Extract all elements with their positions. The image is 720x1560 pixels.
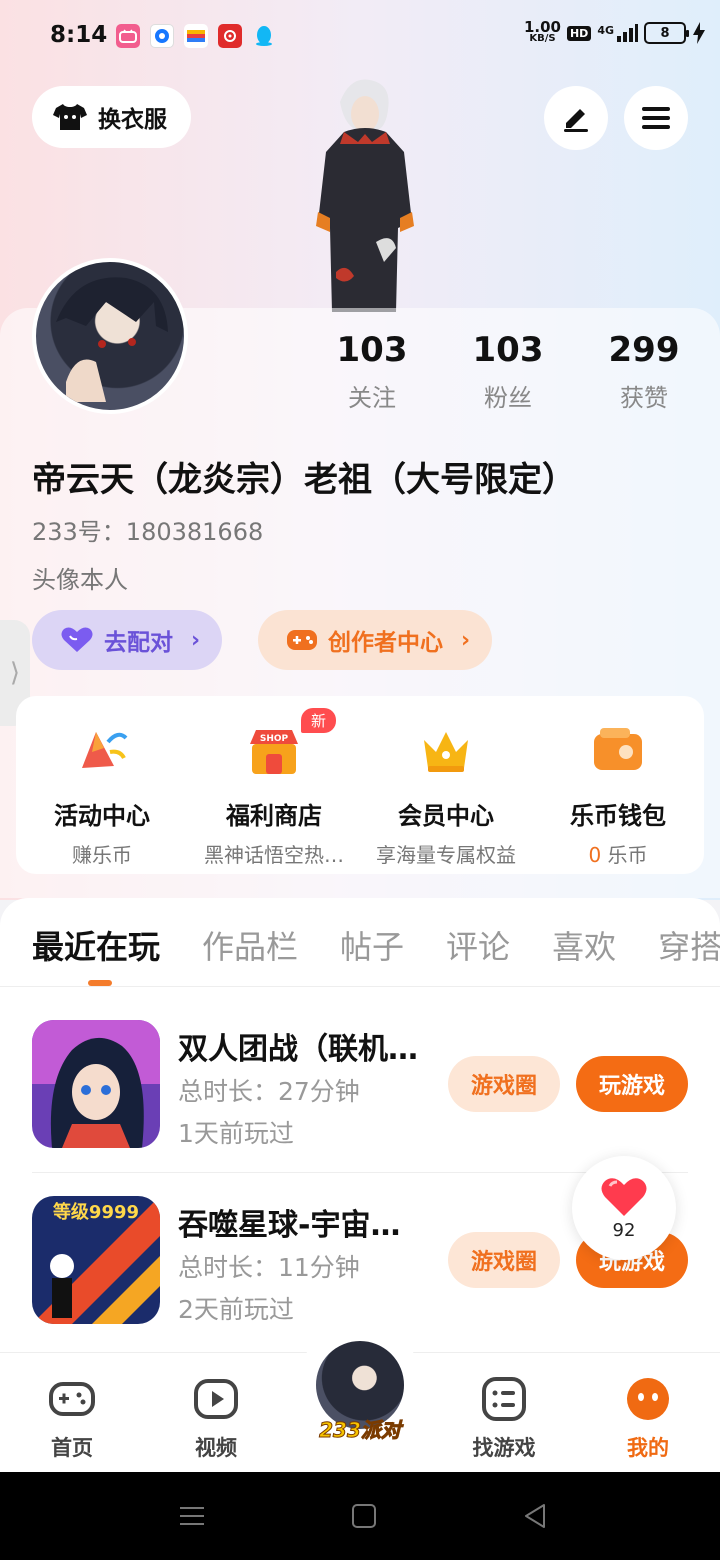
like-count: 92 bbox=[612, 1219, 636, 1241]
game-thumbnail[interactable]: 等级9999 bbox=[32, 1196, 160, 1324]
game-title: 吞噬星球-宇宙… bbox=[178, 1208, 401, 1243]
avatar-character-figure[interactable] bbox=[300, 72, 430, 312]
profile-stats: 103 关注 103 粉丝 299 获赞 bbox=[304, 330, 712, 413]
nav-video-label: 视频 bbox=[195, 1436, 237, 1460]
status-bar: 8:14 1.00 KB/S HD 4G 8 bbox=[0, 0, 720, 72]
tab-posts[interactable]: 帖子 bbox=[340, 922, 404, 968]
feature-activity-center[interactable]: 活动中心 赚乐币 bbox=[16, 696, 188, 874]
tab-comments[interactable]: 评论 bbox=[446, 922, 510, 968]
wallet-icon bbox=[594, 728, 642, 770]
game-duration: 总时长：27分钟 bbox=[178, 1077, 360, 1106]
game-last-played: 1天前玩过 bbox=[178, 1119, 294, 1148]
nav-home[interactable]: 首页 bbox=[22, 1375, 122, 1462]
change-outfit-label: 换衣服 bbox=[98, 107, 167, 133]
back-button-icon[interactable] bbox=[522, 1502, 550, 1530]
tab-outfits[interactable]: 穿搭 bbox=[658, 922, 720, 968]
status-indicators: 1.00 KB/S HD 4G 8 bbox=[523, 18, 706, 45]
stat-followers[interactable]: 103 粉丝 bbox=[440, 330, 576, 413]
game-thumbnail[interactable] bbox=[32, 1020, 160, 1148]
nav-mine[interactable]: 我的 bbox=[598, 1375, 698, 1462]
creator-center-label: 创作者中心 bbox=[328, 630, 443, 656]
profile-tabs: 最近在玩 作品栏 帖子 评论 喜欢 穿搭 bbox=[32, 922, 720, 986]
match-button[interactable]: 去配对 › bbox=[32, 610, 223, 670]
menu-icon bbox=[642, 107, 670, 129]
hd-badge: HD bbox=[566, 25, 592, 41]
match-label: 去配对 bbox=[104, 630, 173, 656]
notification-icons bbox=[116, 24, 276, 48]
netease-music-icon bbox=[218, 24, 242, 48]
nav-mine-label: 我的 bbox=[627, 1436, 669, 1460]
feature-grid: 活动中心 赚乐币 新 SHOP 福利商店 黑神话悟空热… 会员中心 享海量专属权… bbox=[16, 696, 704, 874]
feature-coin-wallet[interactable]: 乐币钱包 0 乐币 bbox=[532, 696, 704, 874]
chevron-right-icon: › bbox=[191, 627, 201, 653]
chevron-right-icon: › bbox=[461, 627, 471, 653]
heart-icon bbox=[601, 1177, 647, 1216]
game-duration: 总时长：11分钟 bbox=[178, 1253, 360, 1282]
stat-likes[interactable]: 299 获赞 bbox=[576, 330, 712, 413]
game-circle-button[interactable]: 游戏圈 bbox=[448, 1056, 560, 1112]
home-button-icon[interactable] bbox=[350, 1502, 378, 1530]
coin-balance: 0 bbox=[588, 843, 602, 867]
nav-party-label: 233派对 bbox=[319, 1418, 402, 1443]
nav-video[interactable]: 视频 bbox=[166, 1375, 266, 1462]
signal-icon: 4G bbox=[597, 24, 638, 42]
gamepad-icon bbox=[49, 1382, 95, 1416]
stat-following[interactable]: 103 关注 bbox=[304, 330, 440, 413]
tabs-divider bbox=[0, 986, 720, 987]
nav-home-label: 首页 bbox=[51, 1436, 93, 1460]
game-circle-button[interactable]: 游戏圈 bbox=[448, 1232, 560, 1288]
wallet-app-icon bbox=[184, 24, 208, 48]
charging-icon bbox=[693, 22, 705, 44]
tab-recent-played[interactable]: 最近在玩 bbox=[32, 922, 160, 986]
chevron-right-icon: ⟩ bbox=[9, 658, 21, 688]
nav-find-games-label: 找游戏 bbox=[472, 1436, 536, 1460]
battery-icon: 8 bbox=[644, 22, 689, 44]
game-last-played: 2天前玩过 bbox=[178, 1295, 294, 1324]
coin-unit: 乐币 bbox=[607, 843, 648, 867]
bilibili-icon bbox=[116, 24, 140, 48]
tab-works[interactable]: 作品栏 bbox=[202, 922, 298, 968]
edit-icon bbox=[564, 109, 588, 132]
game-title: 双人团战（联机… bbox=[178, 1032, 418, 1067]
status-time: 8:14 bbox=[50, 22, 108, 48]
username: 帝云天（龙炎宗）老祖（大号限定） bbox=[32, 460, 576, 500]
game-list-item[interactable]: 双人团战（联机… 总时长：27分钟 1天前玩过 游戏圈 玩游戏 bbox=[32, 1020, 688, 1170]
edit-profile-button[interactable] bbox=[544, 86, 608, 150]
user-id[interactable]: 233号：180381668 bbox=[32, 512, 263, 547]
video-icon bbox=[194, 1379, 238, 1419]
browser-icon bbox=[150, 24, 174, 48]
menu-button[interactable] bbox=[624, 86, 688, 150]
new-badge: 新 bbox=[301, 708, 337, 733]
creator-center-button[interactable]: 创作者中心 › bbox=[258, 610, 493, 670]
floating-like-button[interactable]: 92 bbox=[572, 1156, 676, 1260]
qq-icon bbox=[252, 24, 276, 48]
nav-find-games[interactable]: 找游戏 bbox=[454, 1375, 554, 1462]
profile-face-icon bbox=[627, 1378, 669, 1420]
recent-apps-icon[interactable] bbox=[178, 1502, 206, 1530]
feature-vip-center[interactable]: 会员中心 享海量专属权益 bbox=[360, 696, 532, 874]
feature-welfare-shop[interactable]: 新 SHOP 福利商店 黑神话悟空热… bbox=[188, 696, 360, 874]
user-bio: 头像本人 bbox=[32, 566, 128, 594]
shop-icon-text: SHOP bbox=[260, 734, 289, 744]
crown-icon bbox=[424, 732, 468, 772]
list-icon bbox=[482, 1377, 526, 1421]
change-outfit-button[interactable]: 换衣服 bbox=[32, 86, 191, 148]
nav-party[interactable]: 233派对 bbox=[310, 1338, 410, 1448]
activity-icon bbox=[82, 732, 128, 768]
net-speed: 1.00 KB/S bbox=[523, 18, 561, 45]
tshirt-icon bbox=[53, 104, 87, 130]
system-nav-bar bbox=[0, 1472, 720, 1560]
gamepad-icon bbox=[287, 630, 317, 650]
tab-likes[interactable]: 喜欢 bbox=[552, 922, 616, 968]
heart-icon bbox=[61, 627, 93, 652]
play-game-button[interactable]: 玩游戏 bbox=[576, 1056, 688, 1112]
shop-icon: SHOP bbox=[250, 730, 298, 774]
profile-avatar[interactable] bbox=[32, 258, 188, 414]
game-thumb-text: 等级9999 bbox=[53, 1201, 139, 1223]
